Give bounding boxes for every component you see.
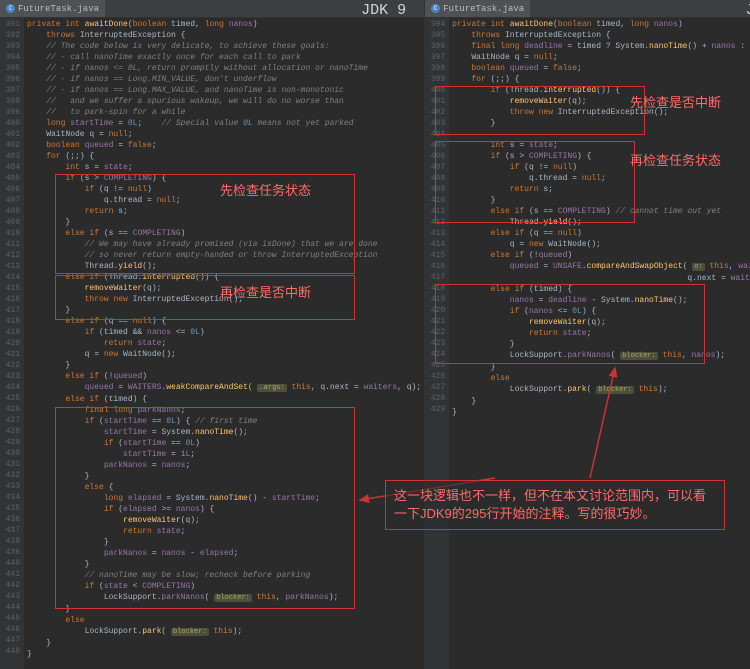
tab-left[interactable]: C FutureTask.java [0, 0, 105, 17]
tab-left-label: FutureTask.java [18, 4, 99, 14]
right-jdk-label: JDK 8 [745, 2, 750, 19]
callout-box: 这一块逻辑也不一样，但不在本文讨论范围内，可以看一下JDK9的295行开始的注释… [385, 480, 725, 530]
tab-bar-right: C FutureTask.java [425, 0, 750, 18]
left-pane: C FutureTask.java JDK 9 391 392 393 394 … [0, 0, 425, 669]
left-code-area[interactable]: 391 392 393 394 395 396 397 398 399 400 … [0, 18, 424, 669]
left-gutter: 391 392 393 394 395 396 397 398 399 400 … [0, 18, 24, 669]
right-pane: C FutureTask.java JDK 8 394 395 396 397 … [425, 0, 750, 669]
split-editor-panes: C FutureTask.java JDK 9 391 392 393 394 … [0, 0, 750, 669]
right-gutter: 394 395 396 397 398 399 400 401 402 403 … [425, 18, 449, 669]
right-code[interactable]: private int awaitDone(boolean timed, lon… [449, 18, 750, 669]
tab-right-label: FutureTask.java [443, 4, 524, 14]
java-class-icon: C [6, 4, 15, 13]
tab-right[interactable]: C FutureTask.java [425, 0, 530, 17]
java-class-icon: C [431, 4, 440, 13]
left-code[interactable]: private int awaitDone(boolean timed, lon… [24, 18, 424, 669]
left-jdk-label: JDK 9 [361, 2, 406, 19]
right-code-area[interactable]: 394 395 396 397 398 399 400 401 402 403 … [425, 18, 750, 669]
